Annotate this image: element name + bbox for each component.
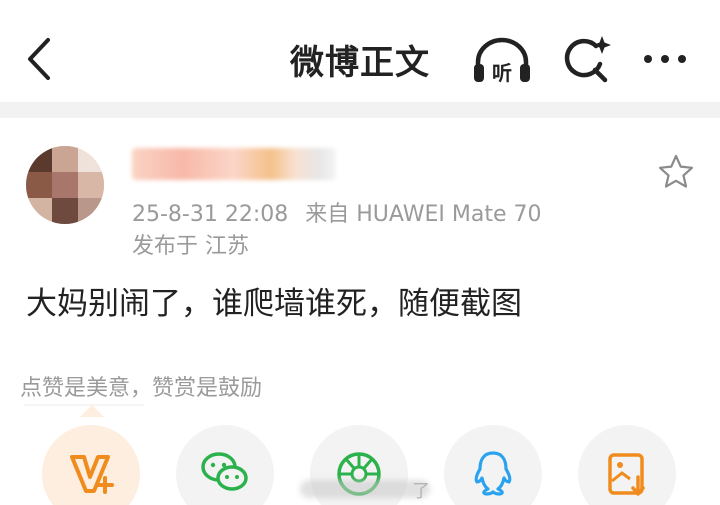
star-icon xyxy=(658,154,694,188)
reward-hint: 点赞是美意，赞赏是鼓励 xyxy=(20,376,263,401)
author-avatar[interactable] xyxy=(26,146,104,224)
post-source: 来自 HUAWEI Mate 70 xyxy=(305,202,542,227)
listen-button[interactable]: 听 xyxy=(470,34,534,88)
favorite-button[interactable] xyxy=(656,152,696,192)
more-options-button[interactable] xyxy=(640,44,690,74)
post-text: 大妈别闹了，谁爬墙谁死，随便截图 xyxy=(26,286,522,322)
avatar-mosaic-image xyxy=(26,146,104,224)
section-divider xyxy=(0,102,720,118)
svg-text:听: 听 xyxy=(492,61,512,85)
page-title: 微博正文 xyxy=(290,43,430,83)
ai-search-icon xyxy=(564,36,611,83)
post-meta: 25-8-31 22:08 来自 HUAWEI Mate 70 xyxy=(132,196,542,228)
ai-search-button[interactable] xyxy=(560,34,612,86)
listen-headphones-icon: 听 xyxy=(474,37,530,85)
post-location: 发布于 江苏 xyxy=(132,234,249,259)
share-wechat-button[interactable] xyxy=(176,425,274,505)
toast-text: 了 xyxy=(412,481,430,502)
qq-icon xyxy=(474,451,512,496)
hint-pointer xyxy=(80,405,104,417)
v-plus-icon xyxy=(70,455,114,494)
share-qq-button[interactable] xyxy=(444,425,542,505)
author-name-redacted[interactable] xyxy=(132,148,336,180)
vip-reward-button[interactable] xyxy=(42,425,140,505)
post-timestamp: 25-8-31 22:08 xyxy=(132,202,289,227)
save-image-button[interactable] xyxy=(578,425,676,505)
toast-blur xyxy=(300,480,430,498)
save-image-icon xyxy=(608,453,645,496)
wechat-icon xyxy=(201,452,248,491)
top-nav-bar: 微博正文 听 xyxy=(0,0,720,102)
more-icon xyxy=(644,55,686,63)
